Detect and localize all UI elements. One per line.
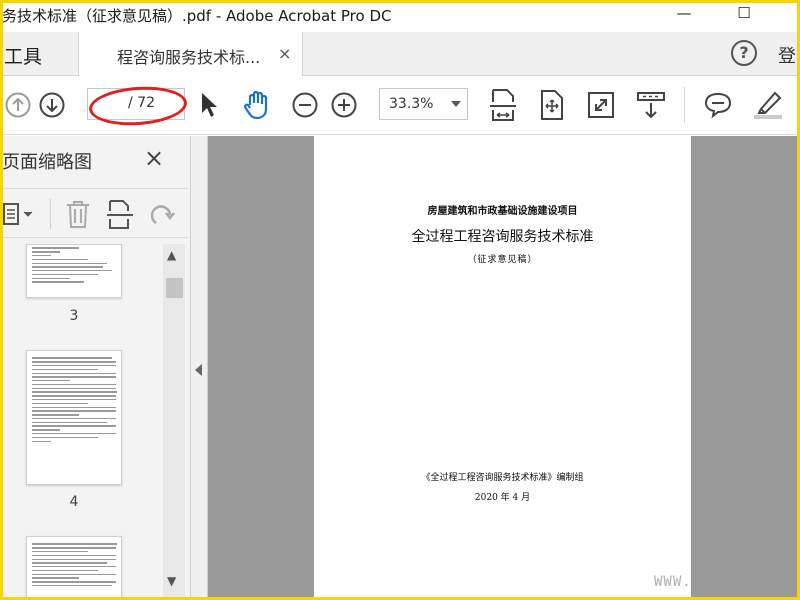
- options-menu-icon[interactable]: [2, 202, 34, 226]
- trash-icon[interactable]: [64, 199, 92, 229]
- window-title: 务技术标准（征求意见稿）.pdf - Adobe Acrobat Pro DC: [2, 7, 392, 25]
- document-editors: 《全过程工程咨询服务技术标准》编制组: [421, 473, 584, 483]
- thumbnail-page-number: 3: [69, 308, 79, 324]
- tab-document[interactable]: 程咨询服务技术标... ×: [78, 32, 303, 76]
- thumbnail-toolbar: [0, 188, 188, 238]
- login-button[interactable]: 登: [778, 42, 796, 68]
- document-view[interactable]: 房屋建筑和市政基础设施建设项目 全过程工程咨询服务技术标准 （征求意见稿） 《全…: [208, 136, 800, 600]
- title-bar: 务技术标准（征求意见稿）.pdf - Adobe Acrobat Pro DC …: [0, 0, 800, 32]
- close-icon[interactable]: ×: [144, 144, 164, 172]
- watermark: WWW.: [654, 574, 692, 590]
- toolbar-divider: [684, 87, 685, 123]
- arrow-down-icon[interactable]: [38, 91, 66, 119]
- panel-title: 页面缩略图: [2, 152, 92, 173]
- tab-tools[interactable]: 工具: [0, 32, 78, 76]
- document-date: 2020 年 4 月: [474, 493, 531, 503]
- chevron-down-icon: [451, 101, 461, 107]
- fit-page-icon[interactable]: [488, 87, 518, 123]
- panel-collapse-handle[interactable]: [191, 136, 208, 600]
- document-subtitle: （征求意见稿）: [467, 255, 538, 265]
- comment-icon[interactable]: [703, 91, 733, 119]
- tab-document-label: 程咨询服务技术标...: [117, 48, 261, 67]
- scroll-mode-icon[interactable]: [636, 91, 666, 121]
- fullscreen-icon[interactable]: [587, 91, 615, 119]
- document-title: 全过程工程咨询服务技术标准: [411, 229, 594, 245]
- rotate-page-icon[interactable]: [148, 201, 176, 229]
- zoom-out-icon[interactable]: [291, 91, 319, 119]
- minimize-button[interactable]: —: [664, 4, 704, 22]
- zoom-in-icon[interactable]: [330, 91, 358, 119]
- hand-tool-icon[interactable]: [241, 89, 273, 121]
- thumbnail-page-number: 4: [69, 494, 79, 510]
- toolbar-divider: [50, 199, 51, 229]
- insert-page-icon[interactable]: [106, 198, 134, 230]
- rotate-icon[interactable]: [538, 89, 566, 121]
- thumbnails-panel: 页面缩略图 × 3 4 ▲ ▼: [0, 136, 191, 600]
- scrollbar-thumb[interactable]: [166, 278, 183, 298]
- document-org-line: 房屋建筑和市政基础设施建设项目: [427, 206, 578, 217]
- help-icon[interactable]: ?: [731, 40, 757, 66]
- highlight-icon[interactable]: [751, 89, 785, 121]
- tab-close-icon[interactable]: ×: [278, 44, 291, 63]
- thumbnail-list: 3 4: [0, 244, 163, 600]
- chevron-left-icon: [195, 364, 202, 376]
- tab-bar: 工具 程咨询服务技术标... × ? 登: [0, 32, 800, 76]
- thumbnail-page[interactable]: [26, 350, 122, 485]
- thumbnail-page[interactable]: [26, 244, 122, 298]
- arrow-up-icon[interactable]: [4, 91, 32, 119]
- scroll-down-icon[interactable]: ▼: [167, 574, 176, 588]
- scroll-up-icon[interactable]: ▲: [167, 248, 176, 262]
- zoom-value: 33.3%: [389, 96, 434, 112]
- zoom-select[interactable]: 33.3%: [379, 88, 468, 120]
- thumbnail-page[interactable]: [26, 536, 122, 600]
- thumbnail-scrollbar[interactable]: ▲ ▼: [163, 244, 185, 600]
- document-page: 房屋建筑和市政基础设施建设项目 全过程工程咨询服务技术标准 （征求意见稿） 《全…: [314, 136, 691, 600]
- maximize-button[interactable]: ☐: [724, 4, 764, 22]
- select-cursor-icon[interactable]: [198, 91, 220, 119]
